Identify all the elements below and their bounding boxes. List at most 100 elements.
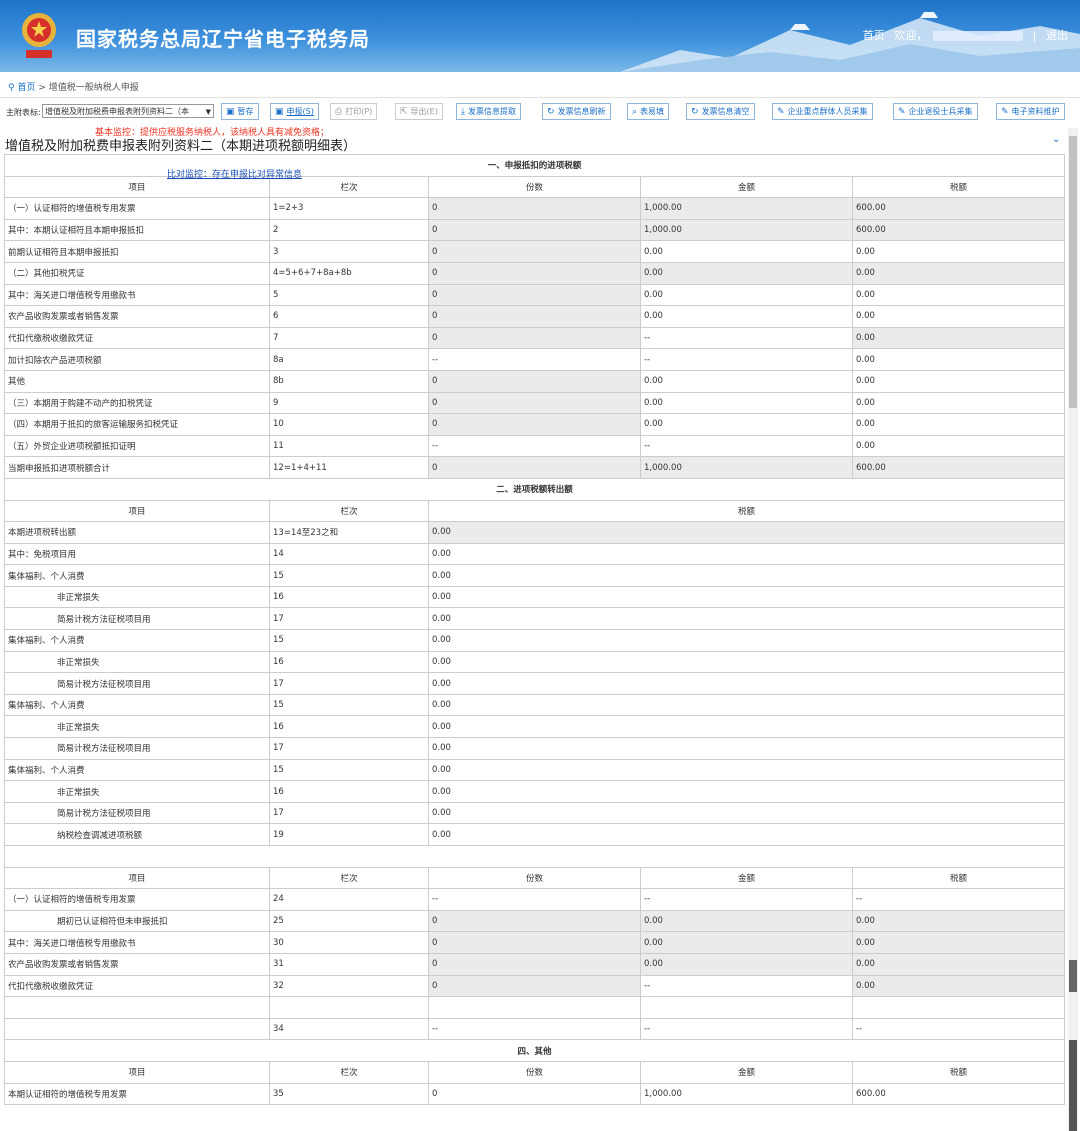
table-cell[interactable]: 简易计税方法征税项目用: [4, 672, 270, 695]
table-cell: 15: [269, 564, 429, 587]
table-cell: 0.00: [427, 801, 1066, 825]
table-cell: 0.00: [640, 413, 853, 436]
table-row: [4, 996, 1066, 1019]
table-cell: 0.00: [851, 348, 1066, 371]
table-cell: 税额: [851, 175, 1066, 199]
invoice-extract-button[interactable]: ⤓ 发票信息提取: [456, 103, 521, 120]
print-icon: ⎙: [335, 107, 343, 117]
table-cell: --: [851, 888, 1066, 911]
table-cell[interactable]: 期初已认证相符但未申报抵扣: [4, 909, 270, 933]
table-row: 本期认证相符的增值税专用发票 35 0 1,000.00 600.00: [4, 1082, 1066, 1106]
edit-icon: ✎: [898, 107, 906, 117]
table-cell: --: [428, 888, 641, 911]
table-cell: 1,000.00: [640, 456, 853, 479]
scrollbar-thumb[interactable]: [1069, 136, 1077, 408]
form-select[interactable]: 增值税及附加税费申报表附列资料二（本 ▼: [42, 104, 214, 118]
table-cell: 0.00: [427, 715, 1066, 739]
easy-fill-button[interactable]: ⌕ 表易填: [627, 103, 670, 120]
table-cell[interactable]: 非正常损失: [4, 650, 270, 674]
table-row: 前期认证相符且本期申报抵扣 3 0 0.00 0.00: [4, 240, 1066, 263]
invoice-clear-button[interactable]: ↻ 发票信息清空: [686, 103, 755, 120]
table-cell: 12=1+4+11: [269, 456, 429, 479]
table-cell: （一）认证相符的增值税专用发票: [4, 888, 270, 911]
table-row: 非正常损失 16 0.00: [4, 650, 1066, 674]
table-row: 加计扣除农产品进项税额 8a -- -- 0.00: [4, 348, 1066, 371]
veteran-collect-button[interactable]: ✎ 企业退役士兵采集: [893, 103, 978, 120]
print-button[interactable]: ⎙ 打印(P): [330, 103, 378, 120]
table-row: 农产品收购发票或者销售发票 31 0 0.00 0.00: [4, 952, 1066, 976]
table-cell: 农产品收购发票或者销售发票: [4, 952, 270, 976]
invoice-refresh-button[interactable]: ↻ 发票信息刷新: [542, 103, 611, 120]
divider: [0, 97, 1080, 98]
table-cell: --: [640, 888, 853, 911]
table-cell: 30: [269, 931, 429, 954]
table-cell[interactable]: 纳税检查调减进项税额: [4, 823, 270, 846]
table-cell[interactable]: 非正常损失: [4, 780, 270, 803]
table-cell: 17: [269, 672, 429, 695]
table-cell: 6: [269, 305, 429, 328]
table-cell: --: [640, 326, 853, 350]
table-cell: [269, 996, 429, 1019]
table-cell: 0.00: [851, 283, 1066, 307]
breadcrumb-current: 增值税一般纳税人申报: [48, 83, 139, 93]
export-button[interactable]: ⇱ 导出(E): [395, 103, 443, 120]
key-group-collect-button[interactable]: ✎ 企业重点群体人员采集: [772, 103, 873, 120]
table-cell[interactable]: 非正常损失: [4, 715, 270, 739]
table-row: 其他 8b 0 0.00 0.00: [4, 369, 1066, 393]
table-cell: 前期认证相符且本期申报抵扣: [4, 240, 270, 263]
table-row: （一）认证相符的增值税专用发票 1=2+3 0 1,000.00 600.00: [4, 197, 1066, 220]
table-cell: 0.00: [640, 240, 853, 263]
table-cell: [4, 996, 270, 1019]
table-cell: 金额: [640, 866, 853, 890]
table-cell: 项目: [4, 866, 270, 890]
table-cell: 0.00: [851, 240, 1066, 263]
table-cell: 0.00: [427, 542, 1066, 566]
table-cell: 0.00: [640, 909, 853, 933]
table-cell: 集体福利、个人消费: [4, 693, 270, 717]
table-cell: 0.00: [427, 672, 1066, 695]
table-cell: 7: [269, 326, 429, 350]
breadcrumb-home[interactable]: 首页: [17, 83, 35, 93]
compare-monitor-link[interactable]: 比对监控：存在申报比对异常信息: [167, 167, 302, 180]
table-cell: 集体福利、个人消费: [4, 758, 270, 782]
table-cell: 1=2+3: [269, 197, 429, 220]
table-cell: 0.00: [427, 780, 1066, 803]
table-cell: 15: [269, 693, 429, 717]
input-tax-table: 一、申报抵扣的进项税额 项目 栏次 份数 金额 税额 （一）认证相符的增值税专用发票 1=2+…: [3, 154, 1066, 1106]
table-row: 其中：本期认证相符且本期申报抵扣 2 0 1,000.00 600.00: [4, 218, 1066, 242]
table-cell: 0.00: [427, 521, 1066, 544]
table-cell: 600.00: [851, 1082, 1066, 1106]
chevron-down-icon[interactable]: ⌄: [1052, 134, 1060, 145]
table-cell: 份数: [428, 866, 641, 890]
section-header-blank: [3, 845, 1066, 868]
scrollbar-marker: [1069, 960, 1077, 992]
table-cell: 16: [269, 585, 429, 609]
submit-button[interactable]: ▣ 申报(S): [270, 103, 319, 120]
table-cell: 0.00: [851, 391, 1066, 415]
table-cell[interactable]: 非正常损失: [4, 585, 270, 609]
table-row: 简易计税方法征税项目用 17 0.00: [4, 737, 1066, 760]
table-cell: 税额: [851, 866, 1066, 890]
table-cell: 24: [269, 888, 429, 911]
table-cell: 0.00: [640, 391, 853, 415]
save-draft-button[interactable]: ▣ 暂存: [221, 103, 259, 120]
table-cell[interactable]: 简易计税方法征税项目用: [4, 607, 270, 631]
table-cell: 34: [269, 1017, 429, 1041]
refresh-icon: ↻: [547, 107, 555, 117]
breadcrumb: ⚲ 首页 > 增值税一般纳税人申报: [8, 80, 139, 93]
table-row: 代扣代缴税收缴款凭证 7 0 -- 0.00: [4, 326, 1066, 350]
table-row: 本期进项税转出额 13=14至23之和 0.00: [4, 521, 1066, 544]
table-row: 其中：免税项目用 14 0.00: [4, 542, 1066, 566]
logout-link[interactable]: 退出: [1046, 29, 1068, 42]
table-cell[interactable]: 简易计税方法征税项目用: [4, 737, 270, 760]
table-row: 纳税检查调减进项税额 19 0.00: [4, 823, 1066, 846]
e-doc-maintain-button[interactable]: ✎ 电子资料维护: [996, 103, 1065, 120]
table-cell: 税额: [851, 1060, 1066, 1084]
form-select-label: 主附表标:: [6, 108, 41, 117]
table-cell: --: [428, 434, 641, 458]
table-cell: 项目: [4, 499, 270, 523]
table-row: 简易计税方法征税项目用 17 0.00: [4, 607, 1066, 631]
home-link[interactable]: 首页: [863, 29, 885, 42]
table-cell: 1,000.00: [640, 218, 853, 242]
table-cell[interactable]: 简易计税方法征税项目用: [4, 801, 270, 825]
